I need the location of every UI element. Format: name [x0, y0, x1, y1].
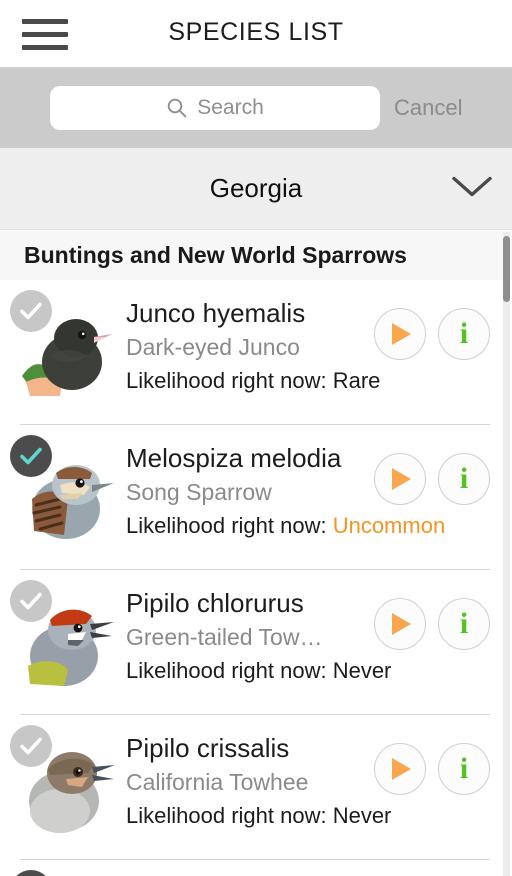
- species-actions: i: [374, 308, 490, 360]
- scrollbar-thumb[interactable]: [503, 236, 510, 302]
- species-thumbnail: [8, 868, 118, 876]
- species-thumbnail: [8, 578, 118, 696]
- common-name: Green-tailed Tow…: [126, 624, 323, 650]
- likelihood-line: Likelihood right now: Never: [126, 654, 486, 688]
- info-icon[interactable]: i: [438, 308, 490, 360]
- search-input[interactable]: Search: [50, 86, 380, 130]
- info-glyph: i: [459, 317, 469, 350]
- species-row[interactable]: Junco hyemalis Dark-eyed Junco Likelihoo…: [0, 280, 512, 425]
- section-header: Buntings and New World Sparrows: [0, 230, 512, 280]
- play-icon[interactable]: [374, 308, 426, 360]
- species-row[interactable]: Pipilo chlorurus Green-tailed Tow… Likel…: [0, 570, 512, 715]
- species-list-screen: SPECIES LIST Search Cancel Georgia Bunti…: [0, 0, 512, 876]
- play-icon[interactable]: [374, 453, 426, 505]
- search-icon: [166, 97, 188, 119]
- species-checkmark-toggle[interactable]: [10, 290, 52, 332]
- info-glyph: i: [459, 752, 469, 785]
- likelihood-label: Likelihood right now:: [126, 513, 327, 538]
- likelihood-value: Uncommon: [332, 513, 446, 538]
- likelihood-value: Rare: [332, 368, 381, 393]
- common-name: California Towhee: [126, 769, 309, 795]
- info-icon[interactable]: i: [438, 453, 490, 505]
- species-checkmark-toggle[interactable]: [10, 580, 52, 622]
- species-checkmark-toggle[interactable]: [10, 435, 52, 477]
- species-actions: i: [374, 453, 490, 505]
- common-name: Song Sparrow: [126, 479, 272, 505]
- likelihood-line: Likelihood right now: Never: [126, 799, 486, 833]
- cancel-button[interactable]: Cancel: [394, 95, 462, 121]
- species-thumbnail: [8, 433, 118, 551]
- species-checkmark-toggle[interactable]: [10, 870, 52, 876]
- navigation-bar: SPECIES LIST: [0, 0, 512, 68]
- likelihood-line: Likelihood right now: Rare: [126, 364, 486, 398]
- info-icon[interactable]: i: [438, 743, 490, 795]
- likelihood-label: Likelihood right now:: [126, 368, 327, 393]
- play-icon[interactable]: [374, 598, 426, 650]
- page-title: SPECIES LIST: [168, 18, 344, 46]
- region-name: Georgia: [209, 173, 303, 203]
- info-icon[interactable]: i: [438, 598, 490, 650]
- region-selector[interactable]: Georgia: [0, 148, 512, 230]
- species-list: Junco hyemalis Dark-eyed Junco Likelihoo…: [0, 280, 512, 876]
- info-glyph: i: [459, 462, 469, 495]
- species-thumbnail: [8, 288, 118, 406]
- info-glyph: i: [459, 607, 469, 640]
- species-row-partial[interactable]: [0, 860, 512, 876]
- species-thumbnail: [8, 723, 118, 841]
- search-bar: Search Cancel: [0, 68, 512, 148]
- species-row[interactable]: Melospiza melodia Song Sparrow Likelihoo…: [0, 425, 512, 570]
- search-placeholder: Search: [197, 96, 264, 119]
- chevron-down-icon: [450, 173, 494, 204]
- likelihood-value: Never: [332, 803, 392, 828]
- likelihood-line: Likelihood right now: Uncommon: [126, 509, 486, 543]
- species-actions: i: [374, 598, 490, 650]
- common-name: Dark-eyed Junco: [126, 334, 300, 360]
- species-checkmark-toggle[interactable]: [10, 725, 52, 767]
- species-row[interactable]: Pipilo crissalis California Towhee Likel…: [0, 715, 512, 860]
- likelihood-label: Likelihood right now:: [126, 803, 327, 828]
- species-actions: i: [374, 743, 490, 795]
- likelihood-label: Likelihood right now:: [126, 658, 327, 683]
- likelihood-value: Never: [332, 658, 392, 683]
- scrollbar-track: [503, 232, 510, 876]
- play-icon[interactable]: [374, 743, 426, 795]
